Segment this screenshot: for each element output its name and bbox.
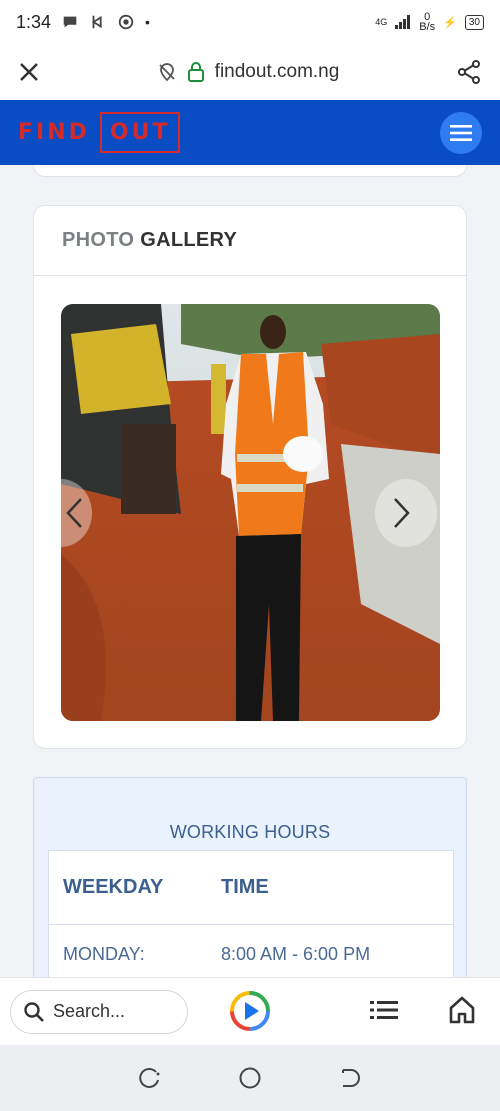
search-field[interactable]: Search... [10, 989, 188, 1034]
table-header-row: WEEKDAY TIME [49, 851, 453, 925]
page-content: PHOTO GALLERY WORKING HOURS WEEKDAY TIME… [0, 165, 500, 977]
bottom-toolbar: Search... [0, 977, 500, 1045]
logo-out: OUT [99, 112, 181, 153]
gallery-title-bold: GALLERY [140, 229, 238, 251]
location-off-icon [159, 63, 175, 82]
gallery-photo[interactable] [61, 304, 440, 721]
share-icon[interactable] [456, 59, 482, 85]
search-icon [24, 1001, 44, 1022]
sync-notification-icon [118, 14, 134, 30]
android-navigation-bar [0, 1045, 500, 1111]
site-header: FIND OUT [0, 100, 500, 165]
net-speed: 0 B/s [419, 12, 436, 33]
url-text: findout.com.ng [214, 61, 340, 82]
working-hours-table: WEEKDAY TIME MONDAY: 8:00 AM - 6:00 PM [48, 850, 454, 977]
gallery-title: PHOTO GALLERY [34, 206, 466, 276]
play-icon[interactable] [229, 990, 271, 1032]
recent-apps-icon[interactable] [138, 1066, 162, 1090]
hamburger-icon [450, 124, 472, 141]
net-speed-unit: B/s [419, 21, 436, 33]
dot-indicator: • [145, 14, 150, 30]
photo-gallery-card: PHOTO GALLERY [33, 205, 467, 749]
home-icon[interactable] [449, 996, 475, 1024]
time-column-header: TIME [221, 876, 269, 898]
chevron-left-icon [66, 498, 82, 528]
logo-find: FIND [18, 120, 90, 145]
search-placeholder: Search... [53, 1001, 126, 1021]
browser-url-bar: findout.com.ng [0, 44, 500, 100]
weekday-column-header: WEEKDAY [63, 876, 164, 898]
row-time: 8:00 AM - 6:00 PM [221, 944, 371, 964]
app-notification-icon [91, 15, 102, 29]
chat-icon [63, 16, 77, 28]
charging-icon: ⚡ [443, 16, 457, 29]
row-day: MONDAY: [63, 944, 145, 964]
battery-level: 30 [464, 14, 484, 30]
signal-icon [395, 15, 411, 29]
close-icon[interactable] [18, 61, 40, 83]
site-logo[interactable]: FIND OUT [18, 112, 181, 153]
home-nav-icon[interactable] [238, 1066, 262, 1090]
status-time: 1:34 [16, 11, 52, 32]
working-hours-title: WORKING HOURS [169, 822, 331, 842]
list-icon[interactable] [370, 1000, 398, 1020]
back-icon[interactable] [338, 1066, 362, 1090]
previous-card [33, 165, 467, 177]
menu-button[interactable] [440, 111, 482, 154]
lock-icon [187, 62, 204, 82]
status-bar: 1:34 • 4G 0 B/s ⚡ 30 [0, 0, 500, 44]
gallery-title-light: PHOTO [62, 229, 135, 251]
working-hours-card: WORKING HOURS WEEKDAY TIME MONDAY: 8:00 … [33, 777, 467, 977]
chevron-right-icon [394, 498, 410, 528]
url-display[interactable]: findout.com.ng [157, 61, 340, 83]
network-type: 4G [375, 17, 388, 27]
gallery-next-button[interactable] [375, 479, 437, 547]
table-row: MONDAY: 8:00 AM - 6:00 PM [49, 925, 453, 977]
